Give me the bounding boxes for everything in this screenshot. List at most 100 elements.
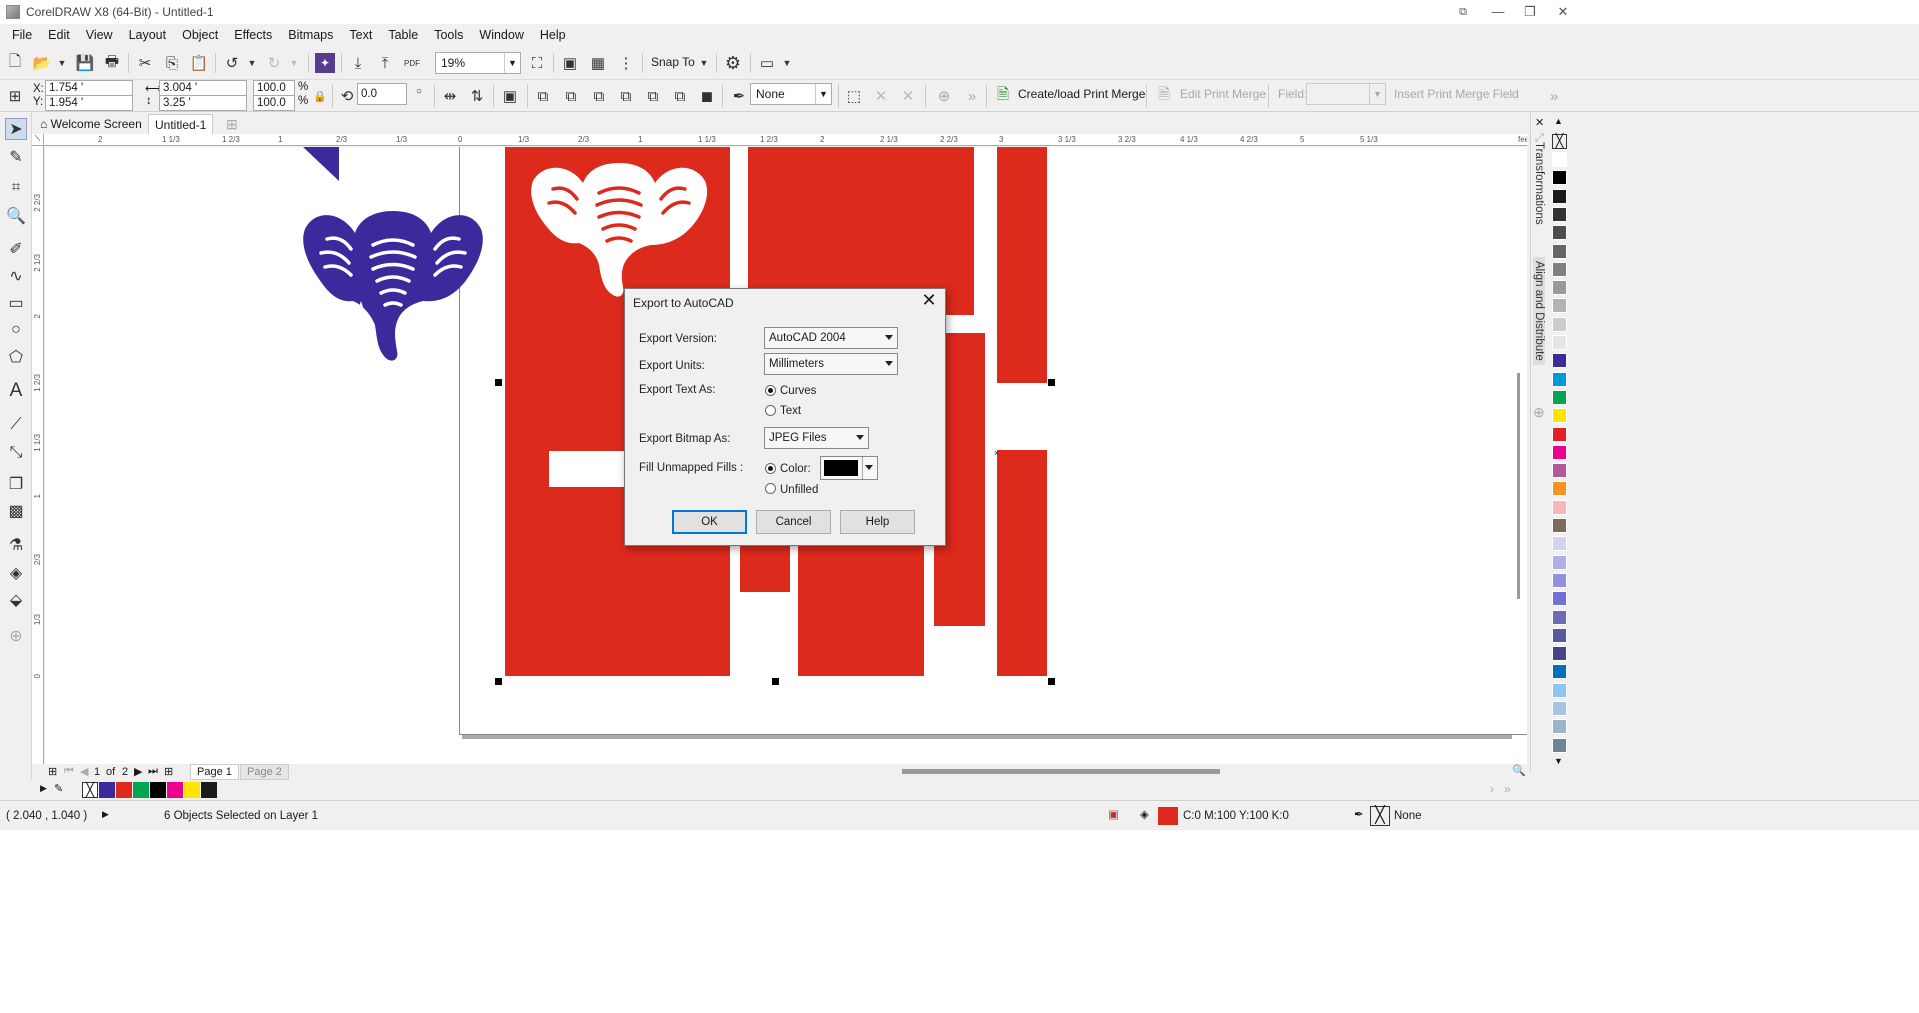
ruler-origin-icon[interactable]: ⟍ bbox=[32, 134, 44, 146]
docpal-expand-icon[interactable]: » bbox=[1504, 782, 1511, 796]
cut-icon[interactable]: ✂ bbox=[135, 53, 155, 73]
docker-close-icon[interactable]: ✕ bbox=[1535, 116, 1544, 129]
unfilled-label[interactable]: Unfilled bbox=[780, 484, 818, 496]
prev-page-icon[interactable]: ◀ bbox=[80, 765, 88, 778]
tab-untitled-1[interactable]: Untitled-1 bbox=[148, 114, 214, 134]
rectangle-tool-icon[interactable]: ▭ bbox=[5, 292, 27, 314]
menu-edit[interactable]: Edit bbox=[48, 28, 70, 42]
docpal-eyedropper-icon[interactable]: ✎ bbox=[54, 782, 63, 795]
new-tab-icon[interactable]: ⊞ bbox=[220, 114, 244, 134]
back-minus-front-icon[interactable]: ⧉ bbox=[670, 86, 690, 106]
zoom-to-page-icon[interactable]: ⛶ bbox=[527, 53, 547, 73]
undo-dropdown-icon[interactable]: ▼ bbox=[242, 53, 262, 73]
palette-swatch[interactable] bbox=[1552, 335, 1567, 350]
menu-file[interactable]: File bbox=[12, 28, 32, 42]
fill-color-swatch[interactable] bbox=[1158, 807, 1178, 825]
width-field[interactable]: 3.004 ' bbox=[159, 80, 247, 96]
smart-fill-icon[interactable]: ⬙ bbox=[5, 589, 27, 611]
maximize-button[interactable]: ❐ bbox=[1522, 4, 1538, 20]
show-grid-icon[interactable]: ▦ bbox=[588, 53, 608, 73]
undo-icon[interactable]: ↺ bbox=[222, 53, 242, 73]
palette-swatch[interactable] bbox=[1552, 664, 1567, 680]
x-position-field[interactable]: 1.754 ' bbox=[45, 80, 133, 96]
height-field[interactable]: 3.25 ' bbox=[159, 95, 247, 111]
interactive-fill-icon[interactable]: ◈ bbox=[5, 562, 27, 584]
redo-dropdown-icon[interactable]: ▼ bbox=[284, 53, 304, 73]
palette-swatch[interactable] bbox=[1552, 518, 1567, 533]
docpal-scroll-right-icon[interactable]: › bbox=[1490, 782, 1494, 796]
palette-swatch[interactable] bbox=[1552, 152, 1567, 167]
palette-swatch[interactable] bbox=[1552, 170, 1567, 186]
palette-swatch[interactable] bbox=[1552, 316, 1567, 332]
vertical-scrollbar-thumb[interactable] bbox=[1517, 373, 1520, 599]
field-combo[interactable]: ▼ bbox=[1306, 83, 1386, 105]
zoom-level-combo[interactable]: 19% ▼ bbox=[435, 52, 521, 74]
purple-triangle-shape[interactable] bbox=[303, 147, 343, 183]
menu-tools[interactable]: Tools bbox=[434, 28, 463, 42]
next-page-icon[interactable]: ▶ bbox=[134, 765, 142, 778]
help-button[interactable]: Help bbox=[840, 510, 915, 534]
tab-welcome-screen[interactable]: ⌂ Welcome Screen bbox=[34, 114, 148, 134]
export-icon[interactable]: ⤒ bbox=[375, 53, 395, 73]
status-expand-icon[interactable]: ▶ bbox=[102, 809, 109, 820]
snap-to-dropdown-icon[interactable]: ▼ bbox=[694, 53, 714, 73]
no-color-swatch[interactable]: ╳ bbox=[1552, 134, 1567, 149]
selection-handle[interactable] bbox=[1048, 678, 1055, 685]
edit-print-merge-button[interactable]: Edit Print Merge bbox=[1180, 87, 1266, 101]
document-palette-swatch[interactable] bbox=[99, 782, 115, 798]
show-guidelines-icon[interactable]: ⋮ bbox=[616, 53, 636, 73]
curves-radio[interactable] bbox=[765, 385, 776, 396]
application-launcher-icon[interactable]: ▭ bbox=[757, 53, 777, 73]
palette-swatch[interactable] bbox=[1552, 389, 1567, 405]
last-page-icon[interactable]: ⏭ bbox=[148, 765, 158, 778]
add-docker-icon[interactable]: ⊕ bbox=[1533, 404, 1545, 421]
artistic-media-icon[interactable]: ∿ bbox=[5, 265, 27, 287]
palette-swatch[interactable] bbox=[1552, 298, 1567, 314]
transparency-icon[interactable]: ▩ bbox=[5, 500, 27, 522]
import-icon[interactable]: ⤓ bbox=[348, 53, 368, 73]
create-print-merge-button[interactable]: Create/load Print Merge bbox=[1018, 87, 1145, 101]
outline-color-swatch[interactable]: ╳ bbox=[1370, 806, 1390, 826]
no-color-swatch[interactable]: ╳ bbox=[82, 782, 98, 798]
weld-icon[interactable]: ⧉ bbox=[533, 86, 553, 106]
document-palette-swatch[interactable] bbox=[133, 782, 149, 798]
menu-effects[interactable]: Effects bbox=[234, 28, 272, 42]
palette-swatch[interactable] bbox=[1552, 737, 1567, 753]
new-document-icon[interactable]: 🗋 bbox=[5, 53, 25, 73]
help-icon[interactable]: ⧉ bbox=[1455, 4, 1471, 20]
horizontal-ruler[interactable]: 2 1 1/3 1 2/3 1 2/3 1/3 0 1/3 2/3 1 1 1/3 1 2/3 2 2 1… bbox=[44, 134, 1527, 146]
y-position-field[interactable]: 1.954 ' bbox=[45, 95, 133, 111]
export-version-select[interactable]: AutoCAD 2004 bbox=[764, 327, 898, 349]
palette-swatch[interactable] bbox=[1552, 554, 1567, 570]
red-rect-5[interactable] bbox=[997, 450, 1047, 676]
boundary-icon[interactable]: ◼ bbox=[697, 86, 717, 106]
freehand-tool-icon[interactable]: ✐ bbox=[5, 238, 27, 260]
combine-icon[interactable]: ✕ bbox=[898, 86, 918, 106]
crop-tool-icon[interactable]: ⌗ bbox=[5, 177, 27, 199]
horizontal-scrollbar-thumb[interactable] bbox=[902, 769, 1220, 774]
palette-swatch[interactable] bbox=[1552, 646, 1567, 662]
ellipse-tool-icon[interactable]: ○ bbox=[5, 319, 27, 341]
export-bitmap-select[interactable]: JPEG Files bbox=[764, 427, 869, 449]
quick-customize-icon[interactable]: ⊕ bbox=[934, 86, 954, 106]
palette-swatch[interactable] bbox=[1552, 572, 1567, 588]
color-radio[interactable] bbox=[765, 463, 776, 474]
page-tab-2[interactable]: Page 2 bbox=[240, 764, 289, 780]
document-palette-swatch[interactable] bbox=[116, 782, 132, 798]
simplify-icon[interactable]: ⧉ bbox=[616, 86, 636, 106]
document-palette-swatch[interactable] bbox=[201, 782, 217, 798]
open-icon[interactable]: 📂 bbox=[32, 53, 52, 73]
menu-help[interactable]: Help bbox=[540, 28, 566, 42]
red-rect-3[interactable] bbox=[997, 147, 1047, 383]
menu-window[interactable]: Window bbox=[479, 28, 523, 42]
print-icon[interactable]: 🖶 bbox=[102, 53, 122, 73]
close-window-button[interactable]: ✕ bbox=[1555, 4, 1571, 20]
menu-layout[interactable]: Layout bbox=[129, 28, 167, 42]
front-minus-back-icon[interactable]: ⧉ bbox=[643, 86, 663, 106]
drop-shadow-icon[interactable]: ❐ bbox=[5, 473, 27, 495]
add-page-after-icon[interactable]: ⊞ bbox=[164, 765, 173, 778]
insert-merge-field-button[interactable]: Insert Print Merge Field bbox=[1394, 87, 1519, 101]
copy-icon[interactable]: ⎘ bbox=[162, 53, 182, 73]
palette-swatch[interactable] bbox=[1552, 426, 1567, 442]
palette-swatch[interactable] bbox=[1552, 499, 1567, 515]
